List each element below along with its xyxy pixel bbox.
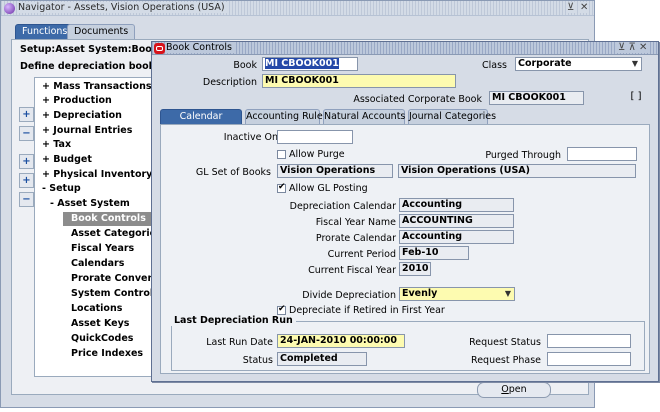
- request-status-label: Request Status: [469, 337, 541, 348]
- tab-accounting-rules[interactable]: Accounting Rules: [245, 109, 328, 124]
- current-period-field[interactable]: Feb-10: [399, 246, 469, 260]
- associated-corporate-book-field[interactable]: MI CBOOK001: [489, 91, 584, 105]
- chevron-down-icon: ▼: [631, 59, 638, 68]
- oracle-icon: [154, 43, 165, 54]
- navigator-title: Navigator - Assets, Vision Operations (U…: [18, 2, 229, 13]
- tree-item[interactable]: Prorate Convention: [71, 272, 153, 286]
- purged-through-field[interactable]: [567, 147, 637, 161]
- description-field[interactable]: MI CBOOK001: [262, 74, 456, 88]
- prorate-calendar-field[interactable]: Accounting: [399, 230, 514, 244]
- calendar-panel: Inactive On Allow Purge Purged Through G…: [160, 124, 650, 374]
- tree-item[interactable]: + Mass Transactions: [42, 80, 152, 94]
- tree-item[interactable]: + Depreciation: [42, 109, 122, 123]
- book-controls-window: Book Controls ⊻ ⊼ ✕ Book MI CBOOK001 Cla…: [151, 41, 659, 382]
- status-field[interactable]: Completed: [277, 352, 367, 366]
- gl-set-of-books-label: GL Set of Books: [195, 167, 271, 178]
- open-button[interactable]: Open: [477, 382, 551, 398]
- gl-set-of-books-description: Vision Operations (USA): [398, 164, 636, 178]
- current-fiscal-year-label: Current Fiscal Year: [308, 265, 396, 276]
- tab-natural-accounts[interactable]: Natural Accounts: [323, 109, 405, 124]
- divide-depreciation-label: Divide Depreciation: [302, 290, 396, 301]
- app-icon: [4, 3, 15, 14]
- purged-through-label: Purged Through: [485, 150, 561, 161]
- tab-calendar[interactable]: Calendar: [160, 109, 242, 124]
- allow-purge-checkbox[interactable]: [277, 150, 286, 159]
- prorate-calendar-label: Prorate Calendar: [315, 233, 396, 244]
- depreciate-if-retired-checkbox[interactable]: [277, 304, 286, 315]
- tree-item[interactable]: - Setup: [42, 182, 81, 196]
- associated-corporate-book-label: Associated Corporate Book: [353, 94, 482, 105]
- minimize-icon[interactable]: ⊻: [566, 2, 576, 13]
- gl-set-of-books-field[interactable]: Vision Operations: [277, 164, 393, 178]
- tree-item[interactable]: + Physical Inventory: [42, 168, 152, 182]
- class-label: Class: [482, 60, 507, 71]
- allow-gl-posting-checkbox[interactable]: [277, 182, 286, 193]
- chevron-down-icon: ▼: [504, 289, 511, 298]
- tree-item-book-controls[interactable]: Book Controls: [63, 212, 153, 226]
- tree-item[interactable]: Fiscal Years: [71, 242, 134, 256]
- request-phase-label: Request Phase: [471, 355, 541, 366]
- description-label: Description: [202, 77, 257, 88]
- tab-functions[interactable]: Functions: [15, 24, 75, 39]
- tree-item[interactable]: Asset Keys: [71, 317, 129, 331]
- tree-item[interactable]: + Journal Entries: [42, 124, 132, 138]
- last-run-date-field[interactable]: 24-JAN-2010 00:00:00: [277, 334, 405, 348]
- tree-item[interactable]: - Asset System: [50, 197, 130, 211]
- request-phase-field[interactable]: [547, 352, 631, 366]
- current-fiscal-year-field[interactable]: 2010: [399, 262, 431, 276]
- function-tree: + Mass Transactions + Production + Depre…: [34, 77, 154, 377]
- tree-item[interactable]: System Controls: [71, 287, 153, 301]
- collapse-icon[interactable]: −: [19, 126, 34, 141]
- function-description: Define depreciation books: [20, 61, 161, 72]
- book-field[interactable]: MI CBOOK001: [262, 57, 358, 71]
- tree-item[interactable]: + Tax: [42, 138, 71, 152]
- expand-icon[interactable]: +: [19, 107, 34, 122]
- inactive-on-label: Inactive On: [223, 132, 278, 143]
- allow-purge-label: Allow Purge: [289, 149, 345, 160]
- last-depreciation-run-title: Last Depreciation Run: [171, 315, 296, 326]
- last-run-date-label: Last Run Date: [206, 337, 273, 348]
- depreciation-calendar-field[interactable]: Accounting: [399, 198, 514, 212]
- tree-item[interactable]: Calendars: [71, 257, 124, 271]
- tree-item[interactable]: Asset Categories: [71, 227, 153, 241]
- current-period-label: Current Period: [327, 249, 396, 260]
- tree-item[interactable]: + Production: [42, 94, 112, 108]
- flexfield-bracket[interactable]: [ ]: [626, 91, 646, 105]
- depreciation-calendar-label: Depreciation Calendar: [289, 201, 396, 212]
- allow-gl-posting-label: Allow GL Posting: [289, 183, 368, 194]
- fiscal-year-name-label: Fiscal Year Name: [315, 217, 396, 228]
- expand-all-icon[interactable]: +: [19, 173, 34, 188]
- tree-item[interactable]: Locations: [71, 302, 122, 316]
- tab-journal-categories[interactable]: Journal Categories: [408, 109, 496, 124]
- divide-depreciation-select[interactable]: Evenly ▼: [399, 287, 515, 301]
- class-select[interactable]: Corporate ▼: [515, 57, 642, 71]
- tree-item[interactable]: + Budget: [42, 153, 92, 167]
- fiscal-year-name-field[interactable]: ACCOUNTING: [399, 214, 514, 228]
- book-controls-title-bar[interactable]: Book Controls ⊻ ⊼ ✕: [152, 42, 658, 55]
- book-controls-title: Book Controls: [166, 42, 235, 53]
- collapse-all-icon[interactable]: −: [19, 192, 34, 207]
- close-icon[interactable]: ✕: [579, 2, 590, 13]
- tree-item[interactable]: Price Indexes: [71, 347, 143, 361]
- inactive-on-field[interactable]: [277, 130, 353, 144]
- book-label: Book: [233, 60, 257, 71]
- tree-item[interactable]: QuickCodes: [71, 332, 133, 346]
- status-label: Status: [242, 355, 273, 366]
- depreciate-if-retired-label: Depreciate if Retired in First Year: [289, 305, 445, 316]
- tab-documents[interactable]: Documents: [67, 24, 136, 39]
- navigator-title-bar[interactable]: Navigator - Assets, Vision Operations (U…: [1, 1, 594, 16]
- window-controls-icon[interactable]: ⊻ ⊼ ✕: [617, 42, 649, 53]
- request-status-field[interactable]: [547, 334, 631, 348]
- expand-branch-icon[interactable]: +: [19, 154, 34, 169]
